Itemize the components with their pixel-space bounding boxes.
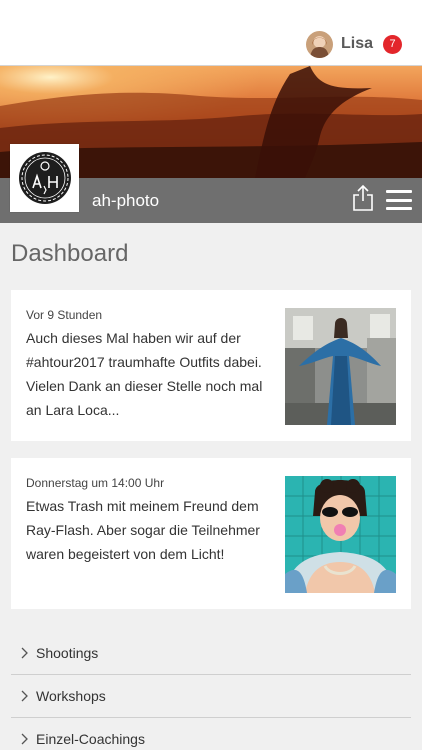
notification-badge[interactable]: 7 [383, 34, 402, 54]
post-text[interactable]: Auch dieses Mal haben wir auf der #ahtou… [26, 326, 274, 422]
post-image[interactable] [285, 308, 396, 425]
menu-item-shootings[interactable]: Shootings [11, 632, 411, 675]
post-image[interactable] [285, 476, 396, 593]
brand-name: ah-photo [92, 191, 160, 210]
post-card[interactable]: Vor 9 Stunden Auch dieses Mal haben wir … [11, 290, 411, 441]
menu-item-label[interactable]: Workshops [36, 688, 106, 704]
top-bar: Lisa 7 [0, 0, 422, 66]
brand-logo [10, 144, 79, 212]
menu-item-label[interactable]: Einzel-Coachings [36, 731, 145, 747]
avatar[interactable] [305, 30, 333, 58]
menu-item-workshops[interactable]: Workshops [11, 675, 411, 718]
page-title: Dashboard [11, 240, 129, 267]
chevron-right-icon [21, 690, 28, 702]
user-menu[interactable]: Lisa 7 [305, 30, 402, 58]
post-card[interactable]: Donnerstag um 14:00 Uhr Etwas Trash mit … [11, 458, 411, 609]
chevron-right-icon [21, 733, 28, 745]
post-time: Donnerstag um 14:00 Uhr [26, 476, 165, 490]
hamburger-menu-icon[interactable] [386, 190, 412, 210]
user-name[interactable]: Lisa [341, 35, 373, 53]
share-icon[interactable] [351, 184, 375, 212]
post-time: Vor 9 Stunden [26, 308, 103, 322]
menu-item-einzel-coachings[interactable]: Einzel-Coachings [11, 718, 411, 750]
category-list: Shootings Workshops Einzel-Coachings [11, 632, 411, 750]
post-text[interactable]: Etwas Trash mit meinem Freund dem Ray-Fl… [26, 494, 274, 566]
chevron-right-icon [21, 647, 28, 659]
menu-item-label[interactable]: Shootings [36, 645, 98, 661]
